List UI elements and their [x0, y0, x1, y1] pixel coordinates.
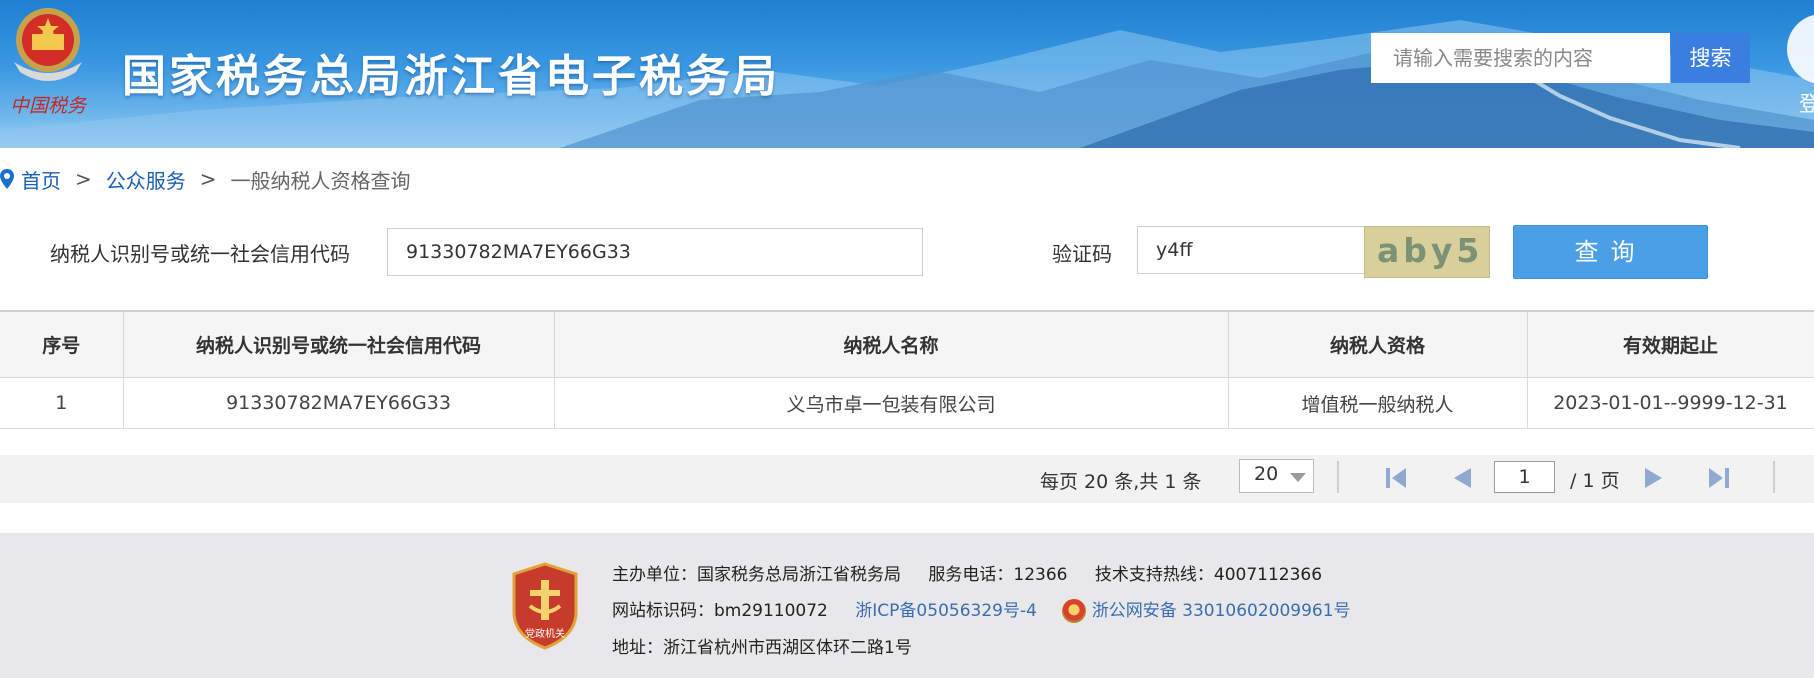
captcha-image[interactable]: aby5 — [1364, 226, 1490, 278]
tax-emblem-logo: 中国税务 — [10, 8, 88, 117]
column-header: 有效期起止 — [1526, 310, 1814, 378]
icp-record-link[interactable]: 浙ICP备05056329号-4 — [855, 601, 1037, 621]
police-badge-icon — [1062, 599, 1087, 623]
logo-caption: 中国税务 — [10, 95, 88, 117]
first-page-icon[interactable] — [1384, 467, 1408, 489]
footer-address: 地址：浙江省杭州市西湖区体环二路1号 — [612, 638, 912, 658]
column-header: 纳税人名称 — [553, 310, 1229, 378]
site-title: 国家税务总局浙江省电子税务局 — [122, 51, 780, 102]
column-header: 序号 — [0, 310, 124, 378]
breadcrumb-home-link[interactable]: 首页 — [21, 165, 61, 194]
current-page-input[interactable]: 1 — [1494, 461, 1555, 493]
table-cell: 增值税一般纳税人 — [1227, 377, 1528, 429]
table-header-row: 序号 纳税人识别号或统一社会信用代码 纳税人名称 纳税人资格 有效期起止 — [0, 310, 1814, 378]
breadcrumb-separator: > — [199, 167, 217, 191]
search-button[interactable]: 搜索 — [1671, 33, 1750, 83]
page-size-value: 20 — [1254, 463, 1279, 485]
captcha-label: 验证码 — [1052, 242, 1112, 266]
chevron-down-icon — [1290, 473, 1306, 482]
pager-divider — [1337, 461, 1339, 493]
previous-page-icon[interactable] — [1451, 467, 1473, 489]
footer-site-code: 网站标识码：bm29110072 — [612, 601, 828, 621]
column-header: 纳税人资格 — [1227, 310, 1528, 378]
footer-line-1: 主办单位：国家税务总局浙江省税务局 服务电话：12366 技术支持热线：4007… — [612, 560, 1322, 585]
login-label[interactable]: 登 — [1799, 88, 1814, 118]
table-cell: 2023-01-01--9999-12-31 — [1526, 377, 1814, 429]
total-pages-label: / 1 页 — [1570, 470, 1620, 492]
next-page-icon[interactable] — [1643, 467, 1665, 489]
breadcrumb-current: 一般纳税人资格查询 — [230, 168, 411, 193]
footer-service-phone: 服务电话：12366 — [928, 565, 1068, 585]
footer-sponsor: 主办单位：国家税务总局浙江省税务局 — [612, 565, 901, 585]
table-row[interactable]: 1 91330782MA7EY66G33 义乌市卓一包装有限公司 增值税一般纳税… — [0, 377, 1814, 429]
site-search-input[interactable] — [1371, 33, 1670, 83]
captcha-image-text: aby5 — [1377, 231, 1484, 270]
badge-caption: 党政机关 — [525, 627, 565, 640]
result-table: 序号 纳税人识别号或统一社会信用代码 纳税人名称 纳税人资格 有效期起止 1 9… — [0, 310, 1814, 429]
pager-divider — [1773, 461, 1775, 493]
footer-line-2: 网站标识码：bm29110072 浙ICP备05056329号-4 浙公网安备 … — [612, 596, 1351, 623]
party-government-badge-icon[interactable]: 党政机关 — [510, 562, 580, 650]
taxpayer-id-input[interactable] — [387, 228, 923, 276]
breadcrumb-separator: > — [75, 167, 92, 191]
column-header: 纳税人识别号或统一社会信用代码 — [122, 310, 555, 378]
table-cell: 91330782MA7EY66G33 — [122, 377, 555, 429]
last-page-icon[interactable] — [1707, 467, 1731, 489]
table-cell: 义乌市卓一包装有限公司 — [553, 377, 1229, 429]
taxpayer-id-label: 纳税人识别号或统一社会信用代码 — [50, 242, 350, 266]
breadcrumb-section-link[interactable]: 公众服务 — [106, 165, 186, 194]
police-record-link[interactable]: 浙公网安备 33010602009961号 — [1092, 601, 1351, 621]
location-pin-icon — [0, 169, 14, 189]
table-cell: 1 — [0, 377, 124, 429]
footer-support-hotline: 技术支持热线：4007112366 — [1094, 565, 1323, 585]
page-size-select[interactable]: 20 — [1239, 459, 1314, 493]
query-button[interactable]: 查询 — [1513, 225, 1708, 279]
breadcrumb: 首页 > 公众服务 > 一般纳税人资格查询 — [0, 164, 411, 194]
captcha-input[interactable] — [1137, 226, 1365, 274]
pagination-summary: 每页 20 条,共 1 条 — [1040, 471, 1202, 493]
